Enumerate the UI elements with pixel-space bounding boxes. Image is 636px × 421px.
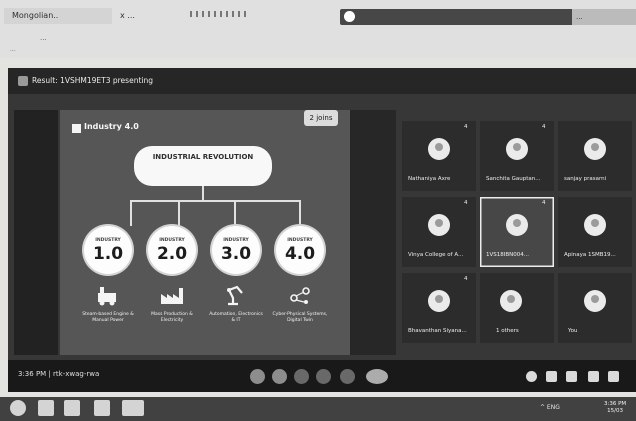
bookmark-bar-text: ... — [10, 46, 16, 53]
stage-caption-4: Cyber-Physical Systems, Digital Twin — [272, 312, 328, 323]
chat-icon[interactable] — [566, 371, 577, 382]
connector-line — [130, 200, 132, 226]
site-info-icon[interactable] — [344, 11, 355, 22]
stage-label-2: INDUSTRY — [159, 238, 185, 243]
stage-number-1: 1.0 — [92, 244, 124, 264]
edge-icon[interactable] — [38, 400, 54, 416]
captions-button[interactable] — [294, 369, 309, 384]
connector-line — [299, 200, 301, 226]
stage-caption-2: Mass Production & Electricity — [151, 312, 193, 323]
activities-icon[interactable] — [588, 371, 599, 382]
present-button[interactable] — [316, 369, 331, 384]
steam-engine-icon — [98, 287, 116, 306]
info-icon[interactable] — [526, 371, 537, 382]
start-icon[interactable] — [10, 400, 26, 416]
mic-status-badge: 4 — [464, 276, 468, 282]
participant-name: Nathaniya Axre — [408, 176, 451, 182]
network-icon — [290, 287, 310, 304]
presenter-badge[interactable]: 2 joins — [304, 110, 338, 126]
stage-caption-3: Automation, Electronics & IT — [209, 312, 263, 323]
participant-name: Bhavanthan Siyana... — [408, 328, 467, 334]
people-icon[interactable] — [546, 371, 557, 382]
address-bar[interactable] — [340, 9, 578, 25]
more-options-button[interactable] — [340, 369, 355, 384]
participant-name: Vinya College of A... — [408, 252, 464, 258]
stage-label-3: INDUSTRY — [223, 238, 249, 243]
mic-status-badge: 4 — [464, 200, 468, 206]
meeting-code: rtk-xwag-rwa — [53, 370, 100, 378]
taskbar-date: 15/03 — [607, 408, 624, 414]
system-tray[interactable]: ^ ENG — [540, 404, 560, 411]
browser-tab-2[interactable]: x ... — [112, 8, 192, 24]
address-bar-right: ... — [572, 9, 636, 25]
avatar — [428, 138, 450, 160]
taskbar-clock[interactable]: 3:36 PM 15/03 — [604, 401, 626, 415]
lock-icon[interactable] — [608, 371, 619, 382]
app-icon[interactable] — [122, 400, 144, 416]
participant-name: Apinaya 1SMB19... — [564, 252, 616, 258]
avatar — [506, 214, 528, 236]
meeting-clock-and-code: 3:36 PM | rtk-xwag-rwa — [18, 370, 99, 378]
participant-name: 1 others — [496, 328, 519, 334]
avatar — [428, 214, 450, 236]
meeting-clock: 3:36 PM — [18, 370, 47, 378]
presentation-left-gutter — [14, 110, 58, 355]
avatar — [584, 214, 606, 236]
revolution-title-box — [134, 146, 272, 186]
participant-name: sanjay prasarni — [564, 176, 607, 182]
factory-icon — [161, 288, 183, 304]
participant-name: 1VS18IBN004... — [486, 252, 530, 258]
url-row — [0, 30, 636, 52]
avatar — [500, 290, 522, 312]
mic-button[interactable] — [250, 369, 265, 384]
stage-number-4: 4.0 — [284, 244, 316, 264]
meeting-title: Result: 1VSHM19ET3 presenting — [32, 76, 153, 85]
explorer-icon[interactable] — [64, 400, 80, 416]
presentation-right-gutter — [350, 110, 396, 355]
avatar — [584, 138, 606, 160]
browser-tab-1[interactable]: Mongolian.. — [4, 8, 112, 24]
store-icon[interactable] — [94, 400, 110, 416]
slide-brand: Industry 4.0 — [84, 122, 139, 131]
connector-line — [202, 186, 204, 200]
tab-strip-dots — [190, 11, 250, 17]
stage-label-1: INDUSTRY — [95, 238, 121, 243]
revolution-title: INDUSTRIAL REVOLUTION — [152, 153, 254, 161]
connector-line — [234, 200, 236, 226]
avatar — [506, 138, 528, 160]
presenting-icon — [18, 76, 28, 86]
mic-status-badge: 4 — [542, 124, 546, 130]
mic-status-badge: 4 — [464, 124, 468, 130]
taskbar-time: 3:36 PM — [604, 401, 627, 407]
leave-call-button[interactable] — [366, 369, 388, 384]
robot-arm-icon — [227, 285, 243, 306]
stage-label-4: INDUSTRY — [287, 238, 313, 243]
mic-status-badge: 4 — [542, 200, 546, 206]
stage-number-3: 3.0 — [220, 244, 252, 264]
connector-line — [178, 200, 180, 226]
brand-logo-icon — [72, 124, 81, 133]
participant-name: You — [568, 328, 578, 334]
connector-line — [130, 200, 300, 202]
participant-name: Sanchita Gauptan... — [486, 176, 541, 182]
camera-button[interactable] — [272, 369, 287, 384]
url-text: ... — [40, 34, 47, 42]
avatar — [584, 290, 606, 312]
stage-caption-1: Steam-based Engine & Manual Power — [82, 312, 134, 323]
stage-number-2: 2.0 — [156, 244, 188, 264]
avatar — [428, 290, 450, 312]
